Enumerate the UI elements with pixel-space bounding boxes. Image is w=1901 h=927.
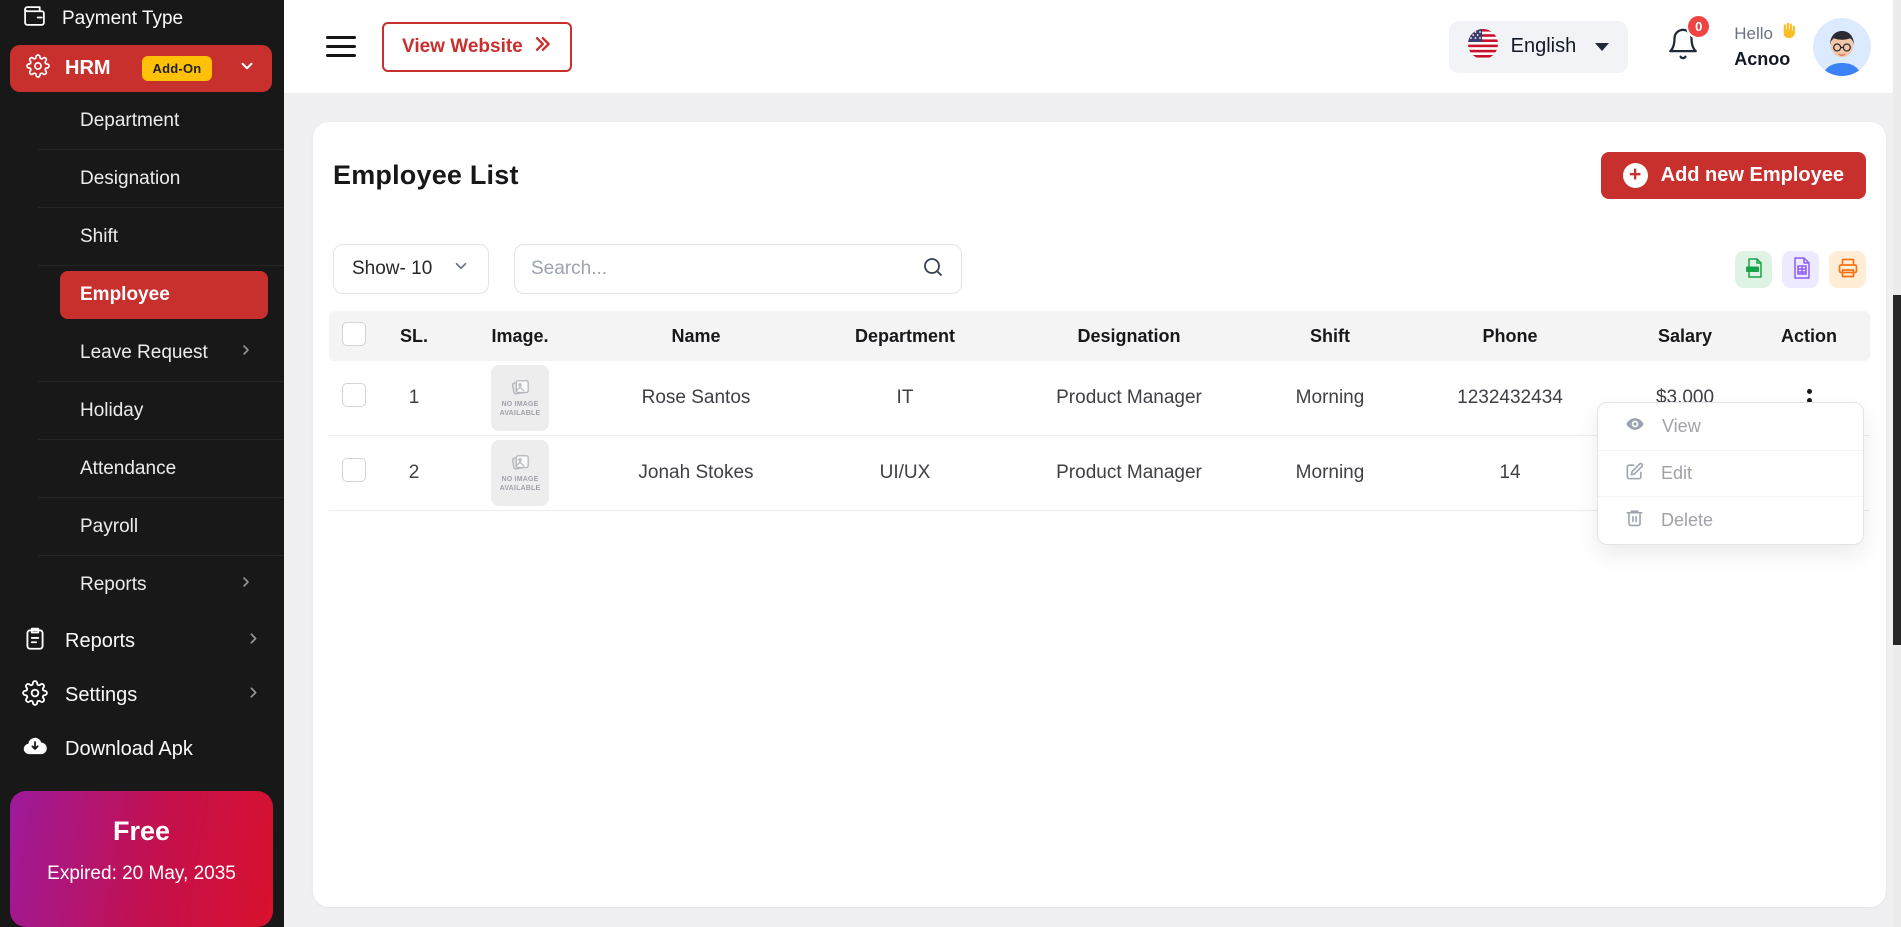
avatar[interactable] (1813, 18, 1871, 76)
table-header-row: SL. Image. Name Department Designation S… (329, 311, 1870, 361)
cell-sl: 1 (373, 387, 455, 409)
sidebar-item-payment-type[interactable]: Payment Type (0, 0, 284, 38)
cell-shift: Morning (1255, 462, 1405, 484)
notification-count-badge: 0 (1686, 14, 1711, 39)
notifications-button[interactable]: 0 (1666, 27, 1700, 66)
add-new-employee-button[interactable]: + Add new Employee (1601, 152, 1866, 199)
cell-department: UI/UX (807, 462, 1003, 484)
cloud-download-icon (22, 733, 48, 765)
export-excel-button[interactable] (1782, 251, 1819, 288)
clipboard-icon (22, 626, 48, 658)
sidebar-item-payroll[interactable]: Payroll (38, 498, 284, 556)
plus-circle-icon: + (1623, 163, 1648, 188)
row-checkbox[interactable] (342, 383, 366, 407)
addon-badge: Add-On (142, 56, 213, 81)
row-checkbox[interactable] (342, 458, 366, 482)
language-label: English (1511, 35, 1577, 58)
sidebar-item-hrm-reports[interactable]: Reports (38, 556, 284, 614)
edit-pencil-icon (1625, 462, 1644, 486)
license-plan: Free (20, 816, 263, 847)
license-card[interactable]: Free Expired: 20 May, 2035 (10, 791, 273, 927)
us-flag-icon (1468, 29, 1498, 65)
page-scrollbar[interactable] (1893, 0, 1901, 927)
sidebar-item-designation[interactable]: Designation (38, 150, 284, 208)
sidebar-item-settings[interactable]: Settings (0, 670, 284, 722)
export-csv-button[interactable]: CSV (1735, 251, 1772, 288)
hrm-gear-icon (26, 54, 50, 84)
sidebar-item-reports[interactable]: Reports (0, 616, 284, 668)
printer-icon (1836, 256, 1860, 283)
sidebar-item-attendance[interactable]: Attendance (38, 440, 284, 498)
gear-icon (22, 680, 48, 712)
caret-down-icon (1595, 43, 1609, 51)
double-chevron-right-icon (532, 34, 552, 60)
chevron-right-icon (238, 574, 254, 596)
hrm-submenu: Department Designation Shift Employee Le… (0, 92, 284, 614)
cell-shift: Morning (1255, 387, 1405, 409)
cell-department: IT (807, 387, 1003, 409)
print-button[interactable] (1829, 251, 1866, 288)
show-entries-select[interactable]: Show- 10 (333, 244, 489, 294)
cell-name: Jonah Stokes (585, 462, 807, 484)
cell-name: Rose Santos (585, 387, 807, 409)
no-image-placeholder: NO IMAGE AVAILABLE (491, 365, 549, 431)
username: Acnoo (1734, 47, 1797, 71)
topbar: View Website English 0 (284, 0, 1901, 93)
waving-hand-icon (1778, 21, 1797, 47)
csv-file-icon: CSV (1742, 256, 1766, 283)
search-box (514, 244, 962, 294)
spreadsheet-file-icon (1789, 256, 1813, 283)
cell-sl: 2 (373, 462, 455, 484)
hamburger-menu-icon[interactable] (326, 36, 356, 57)
bell-icon (1666, 48, 1700, 65)
chevron-right-icon (245, 684, 262, 707)
action-menu-view[interactable]: View (1598, 404, 1863, 450)
table-toolbar: Show- 10 CSV (313, 244, 1886, 294)
sidebar-item-download-apk[interactable]: Download Apk (0, 723, 284, 775)
search-icon[interactable] (921, 255, 945, 284)
cell-phone: 14 (1405, 462, 1615, 484)
cell-designation: Product Manager (1003, 387, 1255, 409)
cell-designation: Product Manager (1003, 462, 1255, 484)
wallet-icon (22, 4, 47, 35)
app-root: Payment Type HRM Add-On Department Desig… (0, 0, 1901, 927)
license-expiry: Expired: 20 May, 2035 (20, 863, 263, 885)
cell-phone: 1232432434 (1405, 387, 1615, 409)
action-dropdown-menu: View Edit Delete (1597, 402, 1864, 545)
chevron-down-icon (452, 257, 470, 281)
sidebar-item-employee[interactable]: Employee (60, 271, 268, 319)
sidebar-item-label: Payment Type (62, 8, 183, 30)
language-selector[interactable]: English (1449, 21, 1629, 73)
page-title: Employee List (333, 160, 519, 191)
search-input[interactable] (531, 258, 921, 280)
svg-text:CSV: CSV (1748, 266, 1757, 271)
page-scrollbar-thumb[interactable] (1893, 295, 1901, 645)
sidebar-item-label: HRM (65, 57, 111, 80)
chevron-right-icon (238, 342, 254, 364)
action-menu-delete[interactable]: Delete (1598, 496, 1863, 543)
sidebar-item-department[interactable]: Department (38, 92, 284, 150)
view-website-button[interactable]: View Website (382, 22, 572, 72)
eye-icon (1625, 414, 1645, 439)
chevron-down-icon (238, 57, 256, 81)
sidebar-item-hrm[interactable]: HRM Add-On (10, 45, 272, 92)
sidebar-item-leave-request[interactable]: Leave Request (38, 324, 284, 382)
select-all-checkbox[interactable] (342, 322, 366, 346)
trash-icon (1625, 508, 1644, 532)
user-greeting: Hello Acnoo (1734, 21, 1797, 71)
sidebar-item-holiday[interactable]: Holiday (38, 382, 284, 440)
sidebar: Payment Type HRM Add-On Department Desig… (0, 0, 284, 927)
sidebar-item-shift[interactable]: Shift (38, 208, 284, 266)
chevron-right-icon (245, 630, 262, 653)
no-image-placeholder: NO IMAGE AVAILABLE (491, 440, 549, 506)
action-menu-edit[interactable]: Edit (1598, 450, 1863, 497)
